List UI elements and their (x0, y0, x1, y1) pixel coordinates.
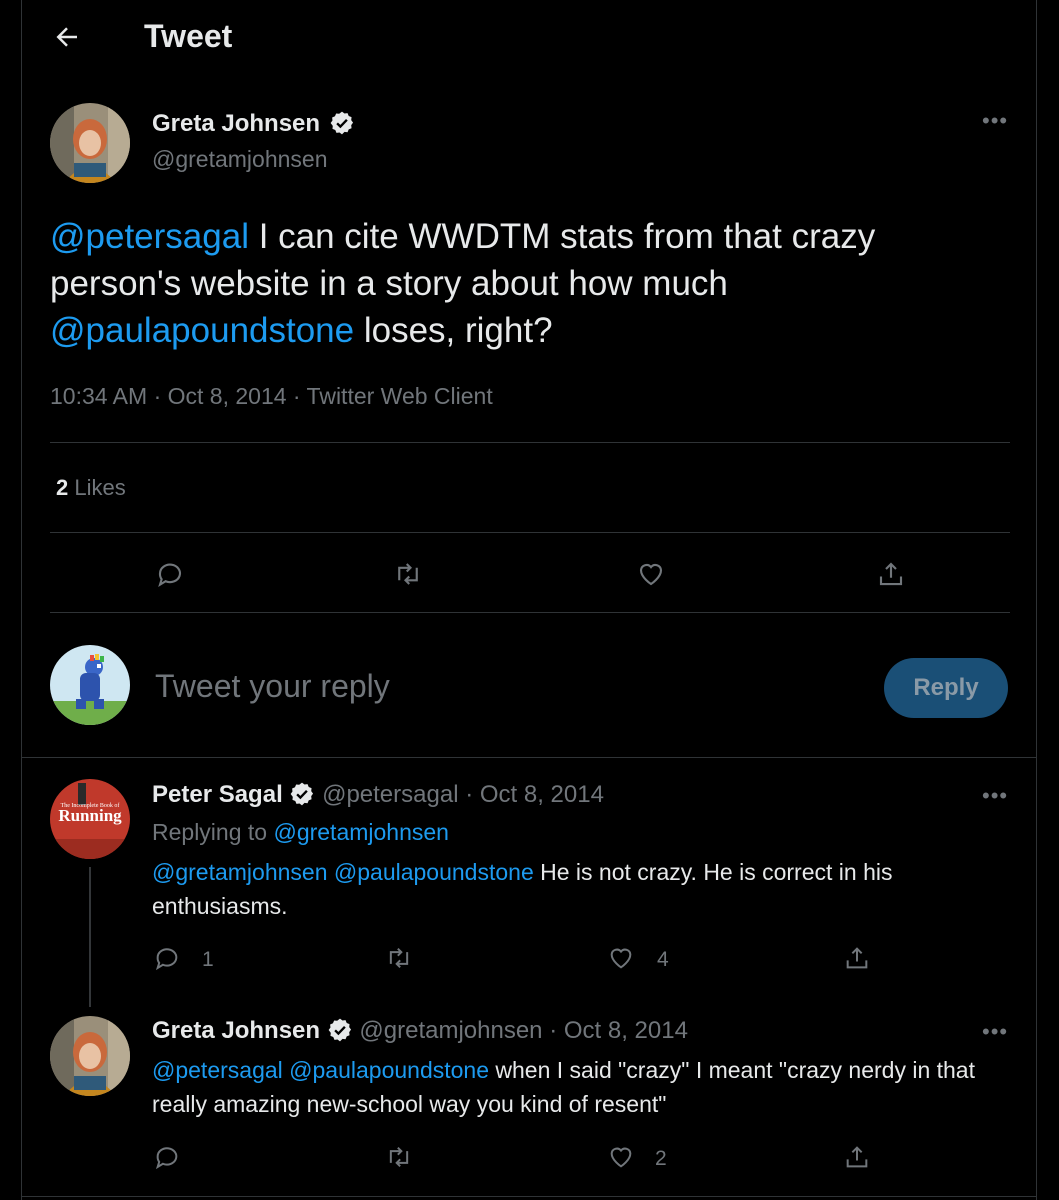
author-meta[interactable]: @gretamjohnsen · Oct 8, 2014 (359, 1017, 688, 1044)
like-count: 4 (657, 948, 669, 971)
reply-text: @petersagal @paulapoundstone when I said… (152, 1057, 975, 1117)
likes-count: 2 (56, 475, 69, 500)
verified-badge-icon (330, 111, 353, 135)
retweet-icon[interactable] (385, 944, 413, 972)
back-arrow-icon[interactable] (52, 22, 82, 52)
author-name[interactable]: Greta Johnsen (152, 1017, 320, 1044)
verified-badge-icon (291, 782, 314, 806)
divider (22, 1196, 1037, 1197)
thread-line (89, 867, 91, 1007)
reply-icon[interactable] (153, 1143, 181, 1171)
more-icon[interactable]: ••• (982, 108, 1008, 134)
divider (50, 532, 1010, 533)
avatar[interactable]: The Incomplete Book of Running (50, 779, 130, 859)
likes-label: Likes (68, 475, 126, 500)
mention-link[interactable]: @gretamjohnsen (152, 859, 328, 885)
mention-link[interactable]: @paulapoundstone (50, 311, 354, 350)
reply-header: Peter Sagal @petersagal · Oct 8, 2014 (152, 781, 604, 809)
more-icon[interactable]: ••• (982, 783, 1008, 809)
like-count: 2 (655, 1147, 667, 1170)
mention-link[interactable]: @paulapoundstone (289, 1057, 489, 1083)
reply-input[interactable]: Tweet your reply (155, 668, 390, 705)
reply-header: Greta Johnsen @gretamjohnsen · Oct 8, 20… (152, 1017, 688, 1045)
share-icon[interactable] (876, 559, 906, 589)
mention-link[interactable]: @paulapoundstone (334, 859, 534, 885)
page-title: Tweet (144, 18, 233, 54)
current-user-avatar[interactable] (50, 645, 130, 725)
divider (22, 757, 1037, 758)
mention-link[interactable]: @gretamjohnsen (273, 819, 449, 845)
like-icon[interactable] (607, 944, 635, 972)
retweet-icon[interactable] (393, 559, 423, 589)
share-icon[interactable] (843, 1143, 871, 1171)
like-icon[interactable] (636, 559, 666, 589)
like-icon[interactable] (607, 1143, 635, 1171)
avatar[interactable] (50, 103, 130, 183)
author-handle[interactable]: @gretamjohnsen (152, 146, 328, 173)
more-icon[interactable]: ••• (982, 1019, 1008, 1045)
author-name[interactable]: Greta Johnsen (152, 110, 320, 137)
author-name-row[interactable]: Greta Johnsen (152, 110, 355, 138)
book-title: Running (58, 806, 122, 825)
reply-icon[interactable] (155, 559, 185, 589)
reply-text: @gretamjohnsen @paulapoundstone He is no… (152, 859, 893, 919)
divider (50, 442, 1010, 443)
mention-link[interactable]: @petersagal (152, 1057, 283, 1083)
likes-summary[interactable]: 2 Likes (56, 475, 126, 501)
divider (50, 612, 1010, 613)
reply-count: 1 (202, 948, 214, 971)
tweet-text: @petersagal I can cite WWDTM stats from … (50, 217, 876, 350)
author-meta[interactable]: @petersagal · Oct 8, 2014 (322, 781, 604, 808)
tweet-meta[interactable]: 10:34 AM · Oct 8, 2014 · Twitter Web Cli… (50, 383, 493, 410)
reply-button[interactable]: Reply (884, 658, 1008, 718)
mention-link[interactable]: @petersagal (50, 217, 249, 256)
reply-icon[interactable] (153, 944, 181, 972)
share-icon[interactable] (843, 944, 871, 972)
author-name[interactable]: Peter Sagal (152, 781, 283, 808)
replying-to: Replying to @gretamjohnsen (152, 819, 449, 845)
retweet-icon[interactable] (385, 1143, 413, 1171)
avatar[interactable] (50, 1016, 130, 1096)
verified-badge-icon (328, 1018, 351, 1042)
